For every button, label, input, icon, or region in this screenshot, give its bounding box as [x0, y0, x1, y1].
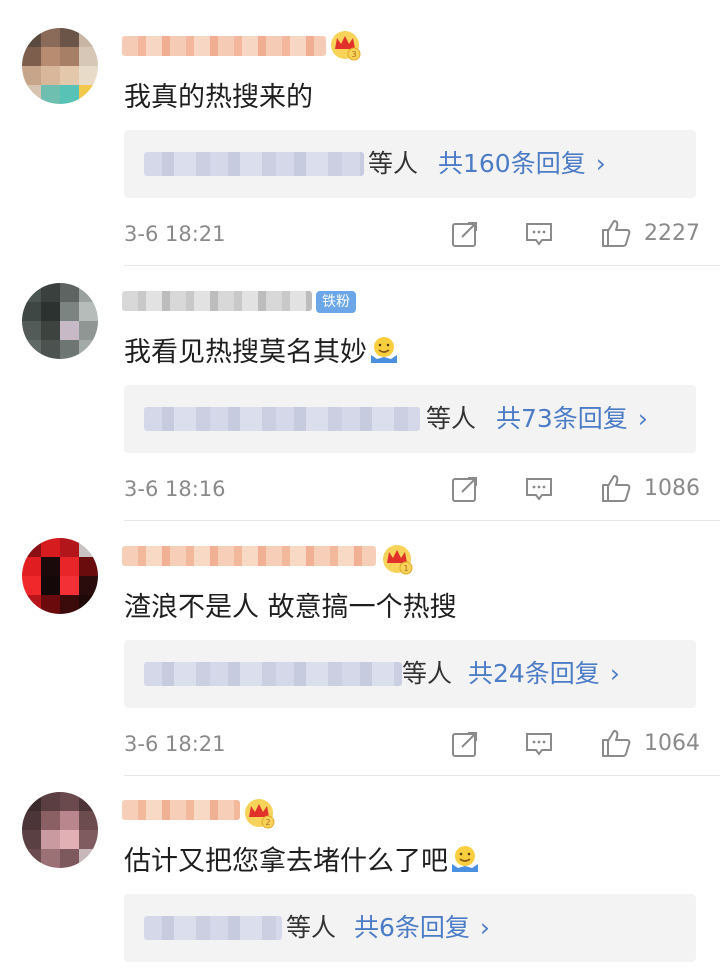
reply-count-label: 共73条回复	[496, 404, 628, 433]
avatar[interactable]	[22, 538, 98, 614]
reply-users-blurred	[144, 152, 364, 176]
svg-text:2: 2	[265, 818, 270, 827]
comment-text: 渣浪不是人 故意搞一个热搜	[124, 592, 457, 623]
divider	[124, 265, 720, 266]
like-icon[interactable]	[600, 727, 632, 759]
comment-icon[interactable]	[524, 729, 554, 759]
reply-preview[interactable]: 等人 共6条回复 ›	[124, 894, 696, 962]
username-blurred[interactable]	[122, 291, 312, 311]
comment-time: 3-6 18:21	[124, 222, 226, 246]
avatar[interactable]	[22, 792, 98, 868]
username-blurred[interactable]	[122, 36, 326, 56]
chevron-right-icon: ›	[479, 913, 490, 942]
chevron-right-icon: ›	[595, 149, 606, 178]
avatar[interactable]	[22, 28, 98, 104]
comment-icon[interactable]	[524, 474, 554, 504]
repost-icon[interactable]	[450, 729, 480, 759]
chevron-right-icon: ›	[637, 404, 648, 433]
reply-users-blurred	[144, 662, 402, 686]
username-blurred[interactable]	[122, 800, 240, 820]
reply-count-link[interactable]: 共160条回复 ›	[438, 148, 606, 180]
reply-count-label: 共160条回复	[438, 149, 586, 178]
like-icon[interactable]	[600, 472, 632, 504]
shrug-emoji-icon	[452, 846, 478, 872]
comment-text: 我看见热搜莫名其妙	[124, 335, 399, 371]
reply-users-blurred	[144, 407, 420, 431]
comment-text: 我真的热搜来的	[124, 82, 313, 113]
reply-preview[interactable]: 等人 共24条回复 ›	[124, 640, 696, 708]
reply-preview[interactable]: 等人 共73条回复 ›	[124, 385, 696, 453]
chevron-right-icon: ›	[609, 659, 620, 688]
comment-text-content: 估计又把您拿去堵什么了吧	[124, 846, 448, 877]
crown-badge-icon: 3	[331, 31, 361, 61]
svg-text:1: 1	[403, 564, 408, 573]
repost-icon[interactable]	[450, 474, 480, 504]
shrug-emoji-icon	[371, 337, 397, 363]
crown-badge-icon: 2	[245, 799, 275, 829]
reply-who: 等人	[402, 659, 453, 688]
comment-text: 估计又把您拿去堵什么了吧	[124, 844, 480, 880]
iron-fan-badge: 铁粉	[316, 291, 356, 313]
like-count: 1086	[644, 476, 700, 501]
reply-count-link[interactable]: 共6条回复 ›	[354, 912, 490, 944]
reply-count-label: 共6条回复	[354, 913, 470, 942]
divider	[124, 775, 720, 776]
comment-icon[interactable]	[524, 219, 554, 249]
like-count: 2227	[644, 221, 700, 246]
like-icon[interactable]	[600, 217, 632, 249]
reply-who: 等人	[426, 404, 477, 433]
divider	[124, 520, 720, 521]
reply-count-link[interactable]: 共24条回复 ›	[468, 658, 620, 690]
reply-who: 等人	[286, 913, 337, 942]
reply-count-label: 共24条回复	[468, 659, 600, 688]
comment-text-content: 我看见热搜莫名其妙	[124, 337, 367, 368]
reply-users-blurred	[144, 916, 282, 940]
comment-time: 3-6 18:21	[124, 732, 226, 756]
crown-badge-icon: 1	[383, 545, 413, 575]
username-blurred[interactable]	[122, 546, 376, 566]
like-count: 1064	[644, 731, 700, 756]
avatar[interactable]	[22, 283, 98, 359]
reply-count-link[interactable]: 共73条回复 ›	[496, 403, 648, 435]
comment-time: 3-6 18:16	[124, 477, 226, 501]
repost-icon[interactable]	[450, 219, 480, 249]
svg-text:3: 3	[351, 50, 356, 59]
reply-who: 等人	[368, 149, 419, 178]
reply-preview[interactable]: 等人 共160条回复 ›	[124, 130, 696, 198]
